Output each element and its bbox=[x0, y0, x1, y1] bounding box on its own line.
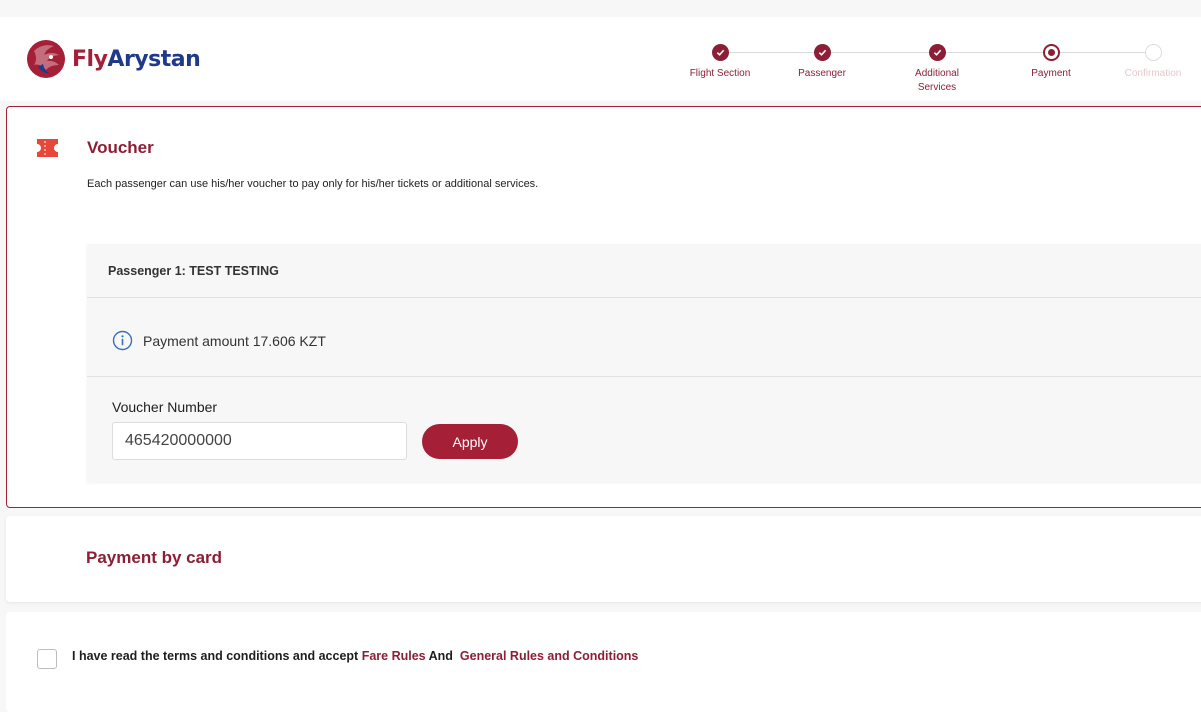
passenger-voucher-panel: Passenger 1: TEST TESTING Payment amount… bbox=[87, 244, 1201, 482]
step-passenger[interactable]: Passenger bbox=[777, 44, 867, 81]
check-icon bbox=[813, 44, 831, 61]
voucher-number-label: Voucher Number bbox=[112, 399, 218, 415]
divider bbox=[87, 297, 1201, 298]
header: FlyArystan Flight Section Passenger Addi… bbox=[0, 17, 1201, 101]
check-icon bbox=[711, 44, 729, 61]
voucher-title: Voucher bbox=[87, 138, 154, 157]
voucher-description: Each passenger can use his/her voucher t… bbox=[87, 178, 539, 190]
voucher-number-input[interactable] bbox=[112, 422, 407, 460]
pending-step-icon bbox=[1144, 44, 1162, 61]
step-flight-section[interactable]: Flight Section bbox=[675, 44, 765, 81]
general-rules-link[interactable]: General Rules and Conditions bbox=[460, 649, 639, 663]
check-icon bbox=[928, 44, 946, 61]
ticket-icon bbox=[37, 139, 58, 157]
terms-section: I have read the terms and conditions and… bbox=[6, 612, 1201, 712]
step-confirmation: Confirmation bbox=[1108, 44, 1198, 81]
passenger-name: Passenger 1: TEST TESTING bbox=[108, 264, 279, 278]
step-additional-services[interactable]: Additional Services bbox=[892, 44, 982, 95]
fare-rules-link[interactable]: Fare Rules bbox=[362, 649, 426, 663]
terms-text: I have read the terms and conditions and… bbox=[72, 649, 639, 663]
divider bbox=[87, 376, 1201, 377]
voucher-section: Voucher Each passenger can use his/her v… bbox=[6, 106, 1201, 508]
info-icon bbox=[112, 330, 133, 351]
step-payment[interactable]: Payment bbox=[1006, 44, 1096, 81]
payment-by-card-title: Payment by card bbox=[86, 548, 223, 567]
apply-button[interactable]: Apply bbox=[422, 424, 518, 459]
payment-amount-row: Payment amount 17.606 KZT bbox=[112, 330, 326, 351]
current-step-icon bbox=[1042, 44, 1060, 61]
booking-stepper: Flight Section Passenger Additional Serv… bbox=[0, 17, 1201, 101]
payment-by-card-section[interactable]: Payment by card bbox=[6, 516, 1201, 602]
terms-checkbox[interactable] bbox=[37, 649, 57, 669]
payment-amount: Payment amount 17.606 KZT bbox=[143, 332, 326, 349]
